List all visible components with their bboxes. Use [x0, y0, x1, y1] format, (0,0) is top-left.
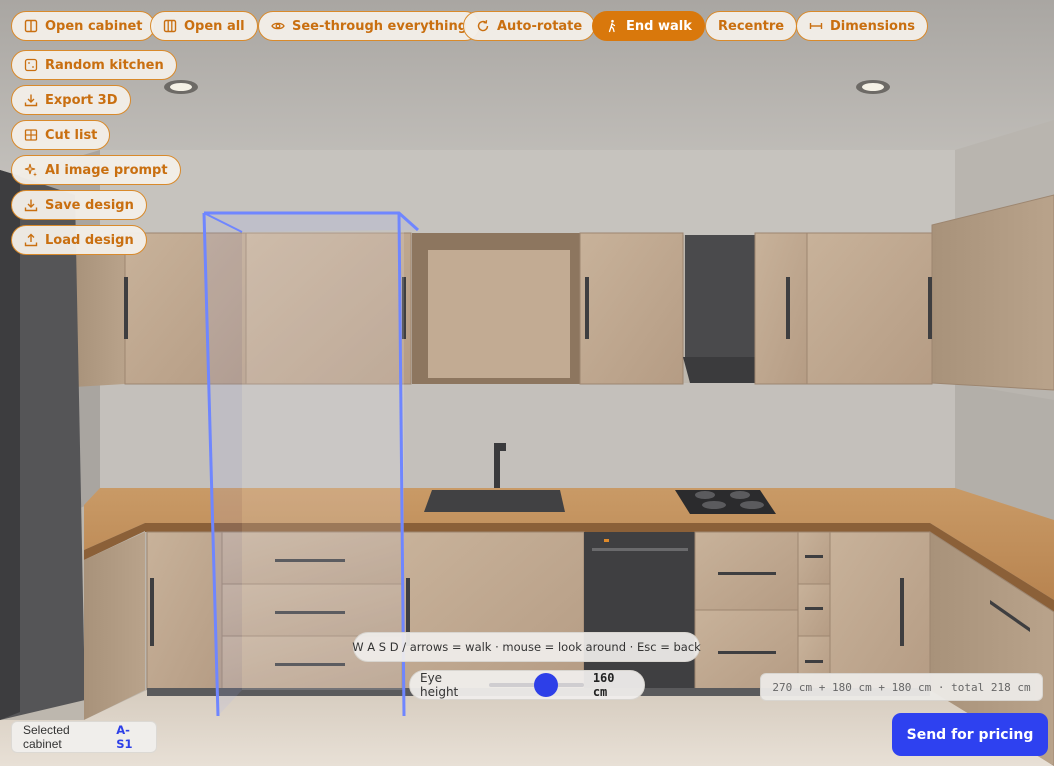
selected-cabinet-label: Selected cabinet: [23, 723, 70, 751]
three-columns-icon: [163, 19, 177, 33]
auto-rotate-button[interactable]: Auto-rotate: [463, 11, 596, 41]
random-kitchen-button[interactable]: Random kitchen: [11, 50, 177, 80]
download-icon: [24, 94, 38, 107]
upload-icon: [24, 233, 38, 247]
cut-list-label: Cut list: [45, 127, 98, 143]
eye-icon: [271, 22, 285, 30]
open-all-button[interactable]: Open all: [150, 11, 258, 41]
see-through-label: See-through everything: [292, 18, 468, 34]
export-3d-label: Export 3D: [45, 92, 118, 108]
auto-rotate-label: Auto-rotate: [497, 18, 583, 34]
export-3d-button[interactable]: Export 3D: [11, 85, 131, 115]
eye-height-label: Eye height: [420, 671, 459, 699]
recentre-label: Recentre: [718, 18, 785, 34]
dimensions-label: Dimensions: [830, 18, 915, 34]
ruler-arrows-icon: [809, 23, 823, 29]
walking-person-icon: [608, 19, 616, 33]
ai-image-prompt-button[interactable]: AI image prompt: [11, 155, 181, 185]
dice-icon: [24, 58, 38, 72]
send-for-pricing-button[interactable]: Send for pricing: [892, 713, 1048, 756]
save-design-label: Save design: [45, 197, 134, 213]
recentre-button[interactable]: Recentre: [705, 11, 798, 41]
rotate-icon: [477, 20, 489, 32]
save-design-button[interactable]: Save design: [11, 190, 147, 220]
see-through-button[interactable]: See-through everything: [258, 11, 481, 41]
sparkle-icon: [24, 163, 37, 177]
download-icon: [24, 199, 38, 212]
load-design-button[interactable]: Load design: [11, 225, 147, 255]
eye-height-slider[interactable]: [488, 673, 584, 697]
walk-controls-hint-text: W A S D / arrows = walk · mouse = look a…: [352, 640, 701, 654]
dimensions-button[interactable]: Dimensions: [796, 11, 928, 41]
open-cabinet-label: Open cabinet: [45, 18, 143, 34]
selected-cabinet-code: A-S1: [116, 723, 133, 751]
end-walk-label: End walk: [626, 18, 692, 34]
selected-cabinet-panel: Selected cabinet A-S1: [11, 721, 157, 753]
load-design-label: Load design: [45, 232, 134, 248]
eye-height-slider-thumb[interactable]: [533, 673, 558, 697]
eye-height-value: 160 cm: [592, 671, 615, 699]
dimensions-readout-text: 270 cm + 180 cm + 180 cm · total 218 cm: [772, 680, 1031, 694]
random-kitchen-label: Random kitchen: [45, 57, 164, 73]
open-cabinet-button[interactable]: Open cabinet: [11, 11, 156, 41]
eye-height-control: Eye height 160 cm: [409, 670, 645, 700]
end-walk-button[interactable]: End walk: [592, 11, 705, 41]
walk-controls-hint: W A S D / arrows = walk · mouse = look a…: [352, 632, 701, 662]
open-all-label: Open all: [184, 18, 245, 34]
ai-image-prompt-label: AI image prompt: [45, 162, 168, 178]
columns-icon: [24, 19, 38, 33]
cut-list-button[interactable]: Cut list: [11, 120, 111, 150]
dimensions-readout: 270 cm + 180 cm + 180 cm · total 218 cm: [760, 673, 1043, 701]
table-grid-icon: [24, 129, 38, 141]
